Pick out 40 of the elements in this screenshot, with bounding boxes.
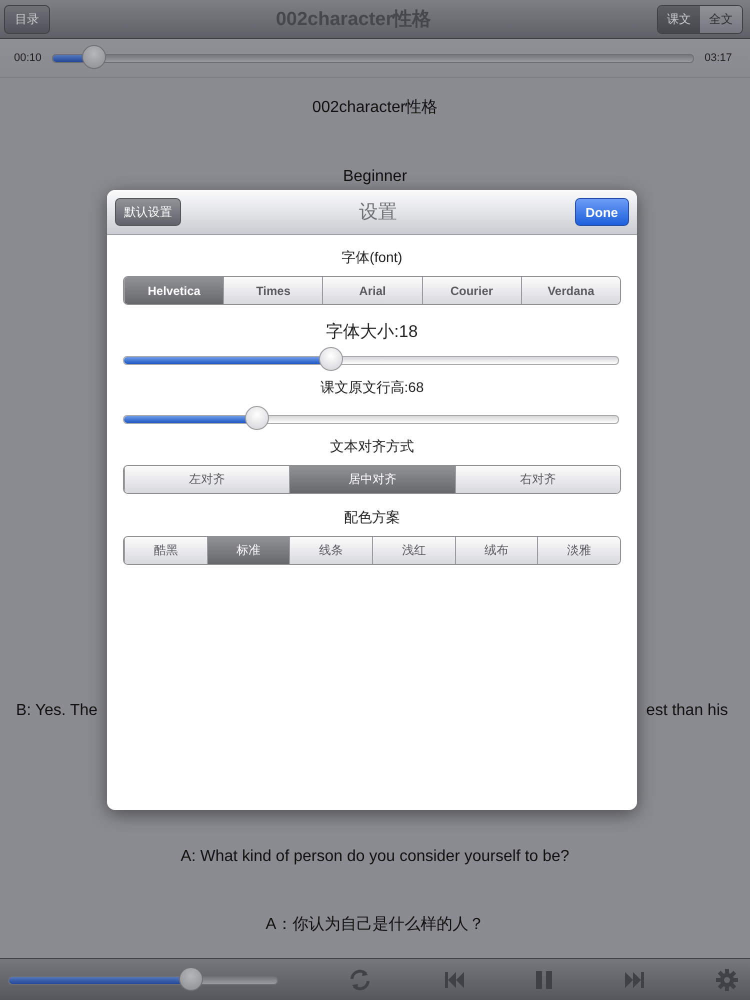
segment-option[interactable]: 浅红: [372, 537, 455, 564]
segment-option[interactable]: 淡雅: [537, 537, 620, 564]
lesson-text: Beginner: [342, 167, 408, 187]
settings-icon[interactable]: [716, 968, 738, 990]
lesson-text: est than his: [646, 701, 728, 721]
setting-label: 字体大小:18: [326, 321, 418, 343]
slider-thumb[interactable]: [245, 406, 270, 430]
progress-thumb[interactable]: [82, 45, 106, 69]
reset-button[interactable]: 默认设置: [115, 198, 181, 226]
pause-icon[interactable]: [535, 968, 553, 990]
volume-thumb[interactable]: [179, 966, 204, 990]
sheet-title: 设置: [358, 201, 397, 225]
segment-option[interactable]: Arial: [322, 277, 422, 304]
lesson-text: 002character性格: [312, 98, 438, 118]
view-tab[interactable]: 课文: [658, 6, 700, 32]
lesson-text: A：你认为自己是什么样的人？: [266, 914, 484, 935]
lesson-text: B: Yes. The: [16, 701, 98, 721]
done-button[interactable]: Done: [574, 198, 629, 226]
slider-thumb[interactable]: [319, 347, 344, 371]
setting-label: 字体(font): [342, 249, 402, 267]
segment-option[interactable]: 右对齐: [454, 466, 620, 493]
elapsed-time: 00:10: [14, 52, 42, 64]
segment-option[interactable]: 标准: [206, 537, 290, 564]
segment-option[interactable]: Courier: [422, 277, 521, 304]
total-time: 03:17: [704, 52, 732, 64]
segment-option[interactable]: Times: [223, 277, 322, 304]
setting-label: 文本对齐方式: [330, 438, 414, 456]
segment-option[interactable]: 左对齐: [124, 466, 290, 493]
segment-option[interactable]: Helvetica: [124, 277, 224, 304]
segment-option[interactable]: Verdana: [520, 277, 620, 304]
segment-option[interactable]: 线条: [289, 537, 372, 564]
view-tab[interactable]: 全文: [700, 6, 742, 32]
contents-button[interactable]: 目录: [4, 4, 50, 34]
lesson-text: A: What kind of person do you consider yourself to be?: [180, 847, 570, 867]
setting-label: 课文原文行高:68: [320, 379, 424, 397]
segment-option[interactable]: 居中对齐: [289, 466, 455, 493]
repeat-icon[interactable]: [348, 968, 372, 992]
setting-label: 配色方案: [344, 509, 400, 527]
segment-option[interactable]: 酷黑: [124, 537, 207, 564]
segment-option[interactable]: 绒布: [454, 537, 538, 564]
